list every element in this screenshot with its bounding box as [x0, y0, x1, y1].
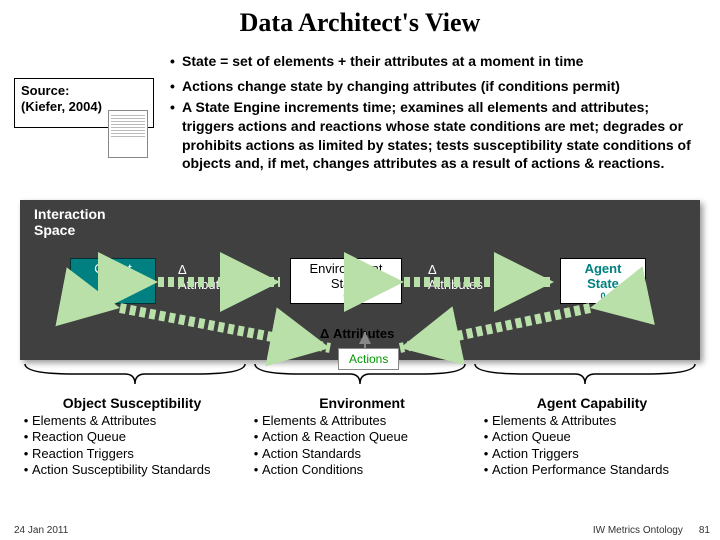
interaction-space-label: InteractionSpace [34, 206, 106, 238]
footer-project: IW Metrics Ontology [593, 525, 683, 536]
col-agent: Agent Capability •Elements & Attributes … [480, 395, 710, 478]
footer-date: 24 Jan 2011 [14, 525, 68, 536]
delta-attributes-below: Δ Attributes [320, 326, 394, 341]
bottom-columns: Object Susceptibility •Elements & Attrib… [20, 395, 710, 478]
delta-attributes-1: ΔAttributes [178, 262, 233, 292]
list-item: Elements & Attributes [262, 413, 386, 429]
col-env-title: Environment [250, 395, 474, 411]
environment-state-box: EnvironmentState0 [290, 258, 402, 304]
col-object-title: Object Susceptibility [20, 395, 244, 411]
object-state-box: ObjectState0 [70, 258, 156, 304]
list-item: Elements & Attributes [32, 413, 156, 429]
list-item: Elements & Attributes [492, 413, 616, 429]
bullet-1: State = set of elements + their attribut… [182, 52, 700, 71]
brace-object [20, 362, 250, 390]
list-item: Action Triggers [492, 446, 579, 462]
brace-agent [470, 362, 700, 390]
col-agent-title: Agent Capability [480, 395, 704, 411]
col-env: Environment •Elements & Attributes •Acti… [250, 395, 480, 478]
list-item: Action Conditions [262, 462, 363, 478]
bullet-3: A State Engine increments time; examines… [182, 98, 700, 174]
footer-page: 81 [699, 525, 710, 536]
list-item: Action Performance Standards [492, 462, 669, 478]
col-object: Object Susceptibility •Elements & Attrib… [20, 395, 250, 478]
list-item: Action & Reaction Queue [262, 429, 408, 445]
document-icon [108, 110, 148, 158]
list-item: Reaction Queue [32, 429, 126, 445]
list-item: Action Queue [492, 429, 571, 445]
footer: 24 Jan 2011 IW Metrics Ontology 81 [14, 525, 710, 536]
brace-env [250, 362, 470, 390]
list-item: Reaction Triggers [32, 446, 134, 462]
agent-state-box: AgentState0 [560, 258, 646, 304]
top-bullets: •State = set of elements + their attribu… [170, 52, 700, 173]
source-label: Source: [21, 83, 147, 99]
page-title: Data Architect's View [0, 0, 720, 38]
bullet-2: Actions change state by changing attribu… [182, 77, 700, 96]
braces-row [20, 362, 700, 390]
list-item: Action Susceptibility Standards [32, 462, 210, 478]
delta-attributes-2: ΔAttributes [428, 262, 483, 292]
list-item: Action Standards [262, 446, 361, 462]
